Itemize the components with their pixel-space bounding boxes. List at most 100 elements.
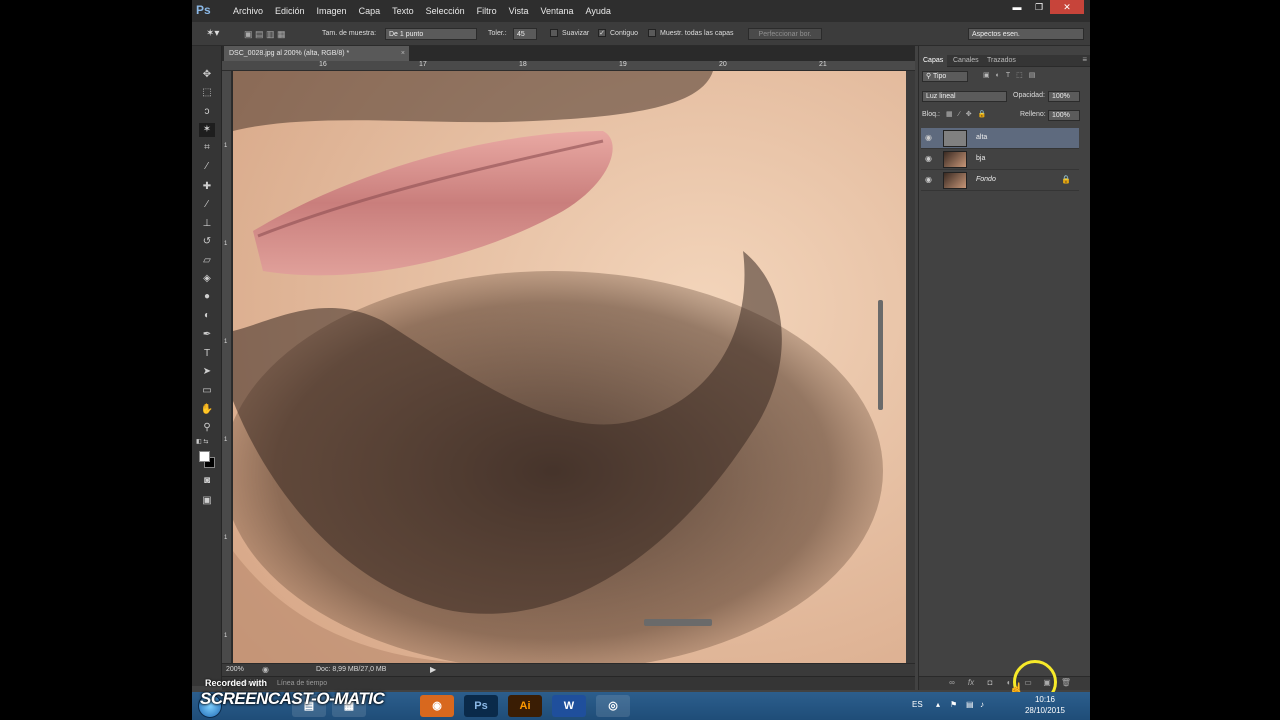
minimize-button[interactable]: ▬ bbox=[1006, 0, 1028, 14]
flag-icon[interactable]: ⚑ bbox=[950, 700, 957, 709]
clock-date[interactable]: 28/10/2015 bbox=[1020, 706, 1070, 715]
sample-size-select[interactable]: De 1 punto bbox=[385, 28, 477, 40]
horizontal-scrollbar-thumb[interactable] bbox=[644, 619, 712, 626]
antialias-label: Suavizar bbox=[562, 30, 590, 37]
pen-tool-icon[interactable]: ✒ bbox=[199, 328, 215, 342]
history-brush-tool-icon[interactable]: ↺ bbox=[199, 235, 215, 249]
menu-seleccion[interactable]: Selección bbox=[420, 0, 471, 22]
eye-icon[interactable]: ◉ bbox=[925, 176, 935, 184]
close-tab-icon[interactable]: × bbox=[401, 46, 405, 61]
tab-timeline[interactable]: Línea de tiempo bbox=[277, 680, 327, 687]
zoom-icon[interactable]: ◉ bbox=[262, 665, 269, 674]
contiguous-checkbox[interactable]: ✓ Contiguo bbox=[598, 28, 648, 40]
menu-texto[interactable]: Texto bbox=[386, 0, 420, 22]
ruler-v-mark: 1 bbox=[224, 339, 228, 345]
fill-input[interactable]: 100% bbox=[1048, 110, 1080, 121]
menu-imagen[interactable]: Imagen bbox=[311, 0, 353, 22]
eye-icon[interactable]: ◉ bbox=[925, 134, 935, 142]
panel-tabs: Capas Canales Trazados ≡ bbox=[919, 55, 1090, 67]
eraser-tool-icon[interactable]: ▱ bbox=[199, 254, 215, 268]
opacity-label: Opacidad: bbox=[1013, 92, 1045, 99]
lock-icon: 🔒 bbox=[1061, 175, 1071, 184]
word-taskbar-icon[interactable]: W bbox=[552, 695, 586, 717]
menu-archivo[interactable]: Archivo bbox=[227, 0, 269, 22]
blend-row: Luz lineal Opacidad: 100% bbox=[919, 91, 1090, 103]
move-tool-icon[interactable]: ✥ bbox=[199, 68, 215, 82]
blend-mode-select[interactable]: Luz lineal bbox=[922, 91, 1007, 102]
add-mask-icon[interactable]: ◘ bbox=[983, 678, 997, 690]
filter-icons[interactable]: ▣◐T⬚▤ bbox=[983, 71, 1041, 79]
tab-capas[interactable]: Capas bbox=[919, 55, 948, 67]
lasso-tool-icon[interactable]: ↄ bbox=[199, 105, 215, 119]
status-menu-arrow-icon[interactable]: ▶ bbox=[430, 665, 436, 674]
rectangle-tool-icon[interactable]: ▭ bbox=[199, 384, 215, 398]
dodge-tool-icon[interactable]: ◐ bbox=[199, 309, 215, 323]
layer-row[interactable]: ◉ alta bbox=[921, 128, 1079, 149]
layer-name: bja bbox=[976, 155, 986, 162]
lock-icons[interactable]: ▦∕✥🔒 bbox=[946, 110, 992, 118]
clone-stamp-tool-icon[interactable]: ⊥ bbox=[199, 217, 215, 231]
close-button[interactable]: ✕ bbox=[1050, 0, 1084, 14]
link-layers-icon[interactable]: ∞ bbox=[945, 678, 959, 690]
menu-ventana[interactable]: Ventana bbox=[535, 0, 580, 22]
workspace-select[interactable]: Aspectos esen. bbox=[968, 28, 1084, 40]
network-icon[interactable]: ▤ bbox=[966, 700, 974, 709]
marquee-tool-icon[interactable]: ⬚ bbox=[199, 86, 215, 100]
foreground-color-swatch[interactable] bbox=[199, 451, 210, 462]
magic-wand-tool-icon[interactable]: ✶ bbox=[199, 123, 215, 137]
opacity-input[interactable]: 100% bbox=[1048, 91, 1080, 102]
layer-row[interactable]: ◉ Fondo 🔒 bbox=[921, 170, 1079, 191]
brush-tool-icon[interactable]: ∕ bbox=[199, 198, 215, 212]
doc-size: Doc: 8,99 MB/27,0 MB bbox=[316, 666, 387, 673]
menu-filtro[interactable]: Filtro bbox=[471, 0, 503, 22]
antialias-checkbox[interactable]: Suavizar bbox=[550, 28, 600, 40]
vertical-scrollbar-thumb[interactable] bbox=[878, 300, 883, 410]
type-tool-icon[interactable]: T bbox=[199, 347, 215, 361]
menu-capa[interactable]: Capa bbox=[353, 0, 387, 22]
eye-icon[interactable]: ◉ bbox=[925, 155, 935, 163]
quick-mask-icon[interactable]: ◙ bbox=[199, 474, 215, 488]
fx-icon[interactable]: fx bbox=[964, 678, 978, 690]
clock-time[interactable]: 10:16 bbox=[1020, 695, 1070, 704]
screen-mode-icon[interactable]: ▣ bbox=[199, 494, 215, 508]
blur-tool-icon[interactable]: ● bbox=[199, 290, 215, 304]
maximize-button[interactable]: ❐ bbox=[1028, 0, 1050, 14]
sample-all-box[interactable] bbox=[648, 29, 656, 38]
language-indicator[interactable]: ES bbox=[912, 700, 923, 709]
antialias-box[interactable] bbox=[550, 29, 558, 38]
menu-ayuda[interactable]: Ayuda bbox=[580, 0, 617, 22]
photoshop-taskbar-icon[interactable]: Ps bbox=[464, 695, 498, 717]
crop-tool-icon[interactable]: ⌗ bbox=[199, 141, 215, 155]
panel-menu-icon[interactable]: ≡ bbox=[1082, 55, 1087, 64]
zoom-tool-icon[interactable]: ⚲ bbox=[199, 421, 215, 435]
vertical-scrollbar[interactable] bbox=[906, 71, 915, 663]
menu-vista[interactable]: Vista bbox=[503, 0, 535, 22]
path-selection-tool-icon[interactable]: ➤ bbox=[199, 365, 215, 379]
refine-edge-button[interactable]: Perfeccionar bor. bbox=[748, 28, 822, 40]
zoom-level[interactable]: 200% bbox=[226, 666, 244, 673]
volume-icon[interactable]: ♪ bbox=[980, 700, 984, 709]
document-tab[interactable]: DSC_0028.jpg al 200% (alta, RGB/8) * × bbox=[224, 46, 409, 61]
contiguous-check-icon[interactable]: ✓ bbox=[598, 29, 606, 38]
eyedropper-tool-icon[interactable]: ⁄ bbox=[199, 160, 215, 174]
layer-row[interactable]: ◉ bja bbox=[921, 149, 1079, 170]
tab-canales[interactable]: Canales bbox=[949, 55, 983, 67]
default-colors-icon[interactable]: ◧ ⇆ bbox=[196, 438, 208, 445]
healing-brush-tool-icon[interactable]: ✚ bbox=[199, 180, 215, 194]
ruler-mark: 20 bbox=[719, 61, 727, 68]
illustrator-taskbar-icon[interactable]: Ai bbox=[508, 695, 542, 717]
magic-wand-preset-icon[interactable]: ✶▾ bbox=[206, 28, 230, 40]
delete-layer-icon[interactable]: 🗑 bbox=[1059, 678, 1073, 690]
media-taskbar-icon[interactable]: ◎ bbox=[596, 695, 630, 717]
tab-trazados[interactable]: Trazados bbox=[983, 55, 1020, 67]
sample-all-checkbox[interactable]: Muestr. todas las capas bbox=[648, 28, 748, 40]
tolerance-input[interactable]: 45 bbox=[513, 28, 537, 40]
image-canvas[interactable] bbox=[233, 71, 906, 663]
paint-bucket-tool-icon[interactable]: ◈ bbox=[199, 272, 215, 286]
menu-edicion[interactable]: Edición bbox=[269, 0, 311, 22]
hand-tool-icon[interactable]: ✋ bbox=[199, 403, 215, 417]
tray-arrow-icon[interactable]: ▴ bbox=[936, 700, 940, 709]
selection-mode-icons[interactable]: ▣ ▤ ▥ ▦ bbox=[244, 28, 304, 40]
firefox-taskbar-icon[interactable]: ◉ bbox=[420, 695, 454, 717]
filter-kind-select[interactable]: ⚲ Tipo bbox=[922, 71, 968, 82]
